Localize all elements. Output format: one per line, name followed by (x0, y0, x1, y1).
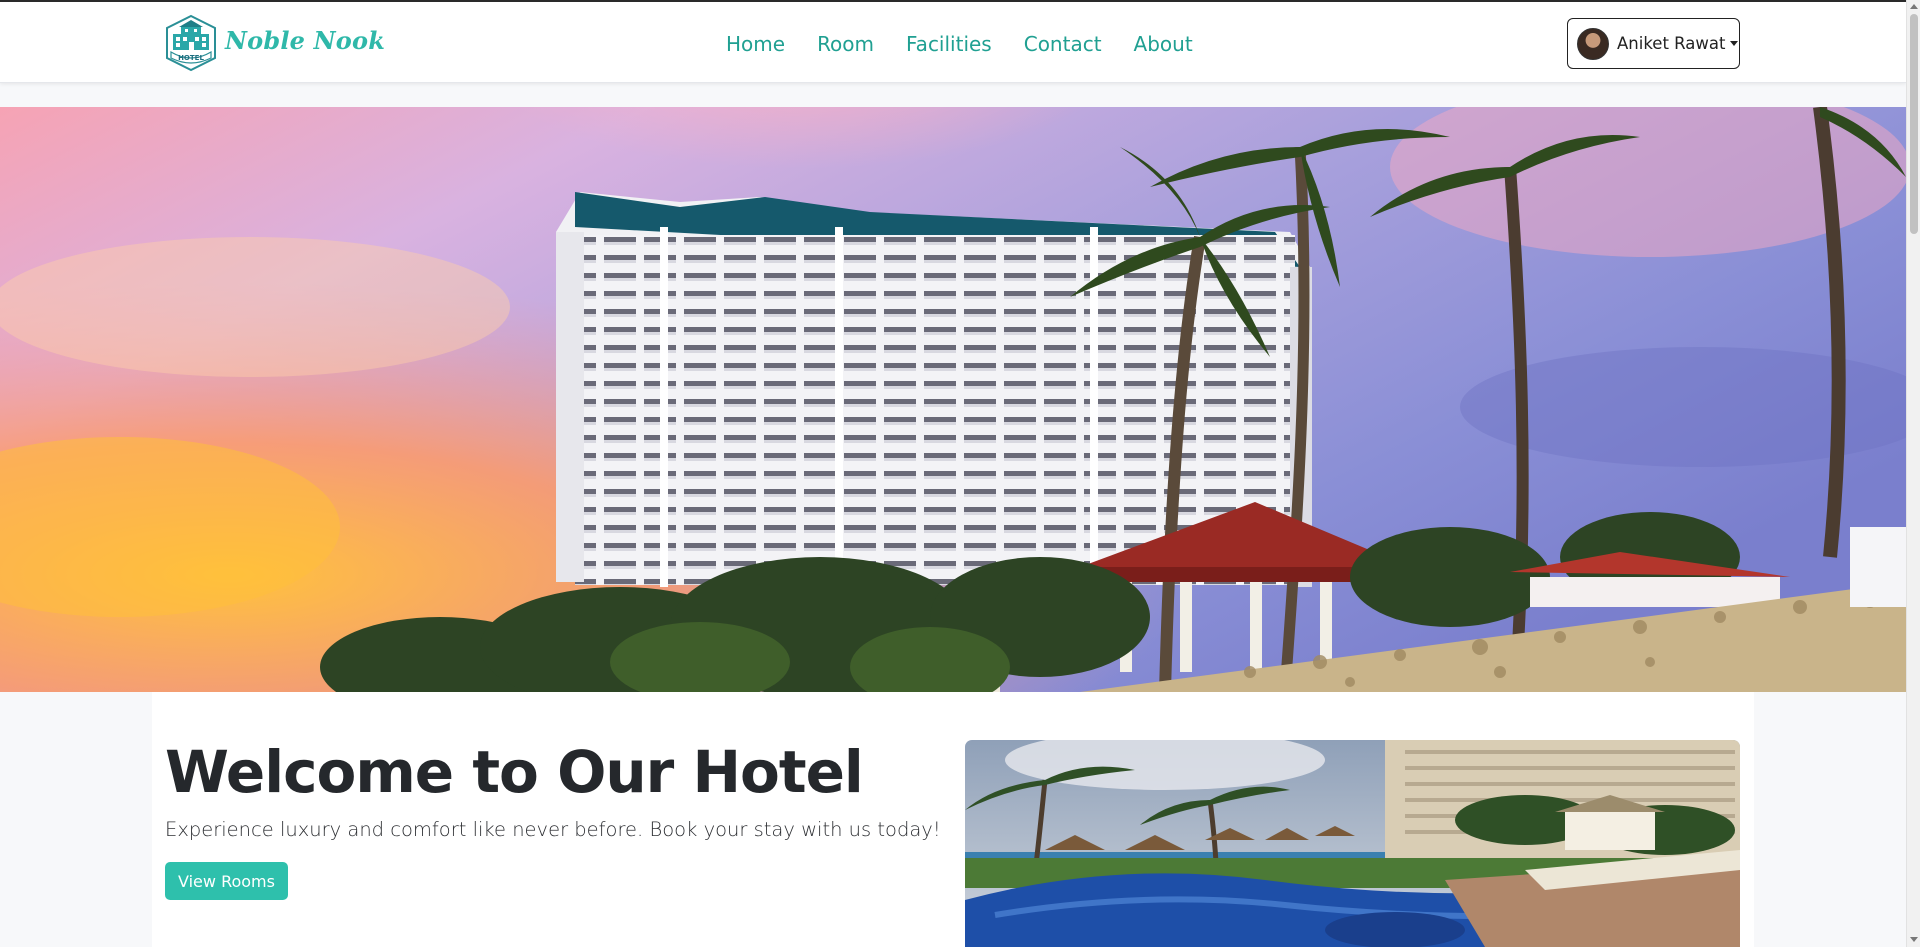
main-nav: Home Room Facilities Contact About (726, 32, 1193, 56)
hotel-building-icon: HOTEL (166, 14, 216, 72)
avatar (1577, 27, 1609, 60)
brand[interactable]: HOTEL Noble Nook (163, 14, 385, 72)
scrollbar-thumb[interactable] (1910, 14, 1918, 234)
hero-banner-image (0, 107, 1906, 692)
nav-link-facilities[interactable]: Facilities (906, 32, 992, 56)
page-title: Welcome to Our Hotel (165, 738, 864, 806)
svg-text:HOTEL: HOTEL (178, 54, 204, 62)
nav-link-about[interactable]: About (1134, 32, 1193, 56)
scroll-up-arrow-icon[interactable] (1910, 4, 1918, 9)
nav-link-contact[interactable]: Contact (1024, 32, 1102, 56)
brand-name: Noble Nook (225, 25, 386, 55)
nav-link-home[interactable]: Home (726, 32, 785, 56)
page-scrollbar[interactable] (1906, 0, 1920, 947)
page-subtitle: Experience luxury and comfort like never… (165, 818, 941, 841)
scroll-down-arrow-icon[interactable] (1910, 937, 1918, 942)
user-menu-button[interactable]: Aniket Rawat (1567, 18, 1740, 69)
top-navbar: HOTEL Noble Nook Home Room Facilities Co… (0, 2, 1906, 83)
nav-link-room[interactable]: Room (817, 32, 874, 56)
view-rooms-button[interactable]: View Rooms (165, 862, 288, 900)
resort-pool-image (965, 740, 1740, 947)
user-name: Aniket Rawat (1617, 34, 1726, 53)
caret-down-icon (1730, 41, 1739, 46)
